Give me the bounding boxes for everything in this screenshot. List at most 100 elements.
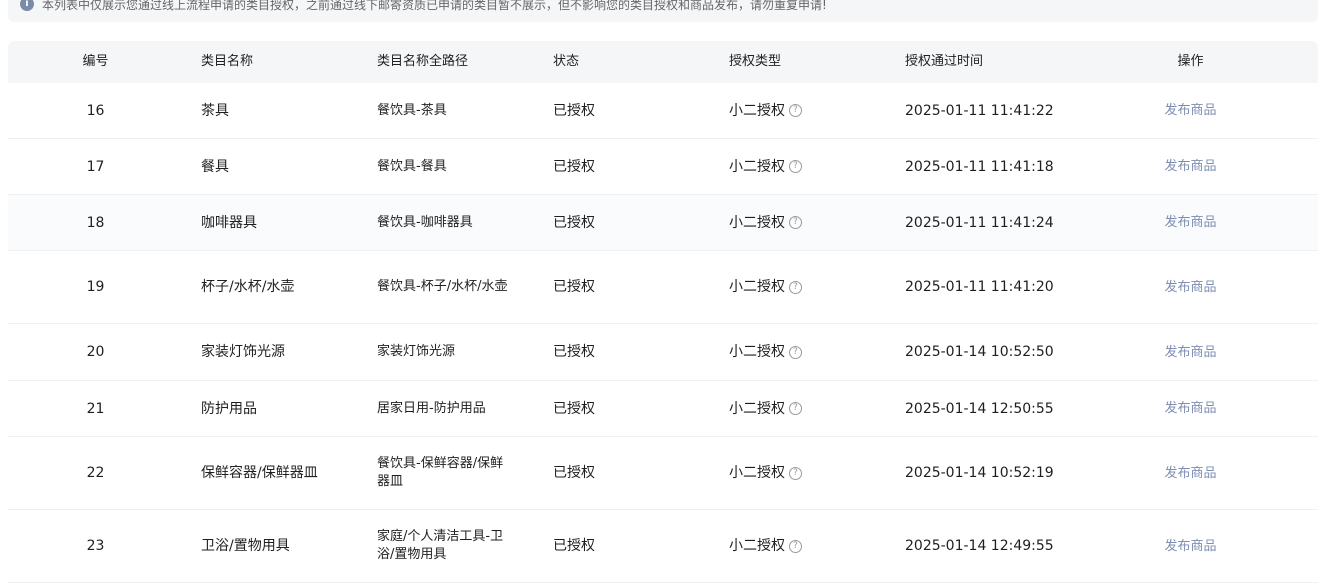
row-status: 已授权: [553, 214, 595, 231]
row-status: 已授权: [553, 158, 595, 175]
row-category-path: 居家日用-防护用品: [377, 400, 486, 416]
table-row: 19 杯子/水杯/水壶 餐饮具-杯子/水杯/水壶 已授权 小二授权 ? 2025…: [8, 251, 1318, 324]
row-category-name: 杯子/水杯/水壶: [201, 279, 295, 295]
row-status: 已授权: [553, 400, 595, 417]
row-category-name: 卫浴/置物用具: [201, 538, 290, 554]
header-actions: 操作: [1177, 54, 1204, 69]
auth-type-label: 小二授权: [729, 102, 785, 119]
row-auth-time: 2025-01-11 11:41:18: [905, 158, 1054, 175]
row-category-path: 餐饮具-保鲜容器/保鲜器皿: [377, 456, 504, 489]
row-category-path: 餐饮具-茶具: [377, 102, 447, 118]
header-category-name: 类目名称: [201, 54, 254, 69]
row-auth-time: 2025-01-11 11:41:20: [905, 279, 1054, 295]
question-circle-icon[interactable]: ?: [789, 539, 802, 553]
publish-product-link[interactable]: 发布商品: [1164, 159, 1216, 174]
row-auth-type: 小二授权 ?: [711, 102, 887, 120]
question-circle-icon[interactable]: ?: [789, 402, 802, 415]
row-id: 16: [86, 102, 105, 119]
table-row: 23 卫浴/置物用具 家庭/个人清洁工具-卫浴/置物用具 已授权 小二授权 ? …: [8, 510, 1318, 583]
row-id: 18: [86, 214, 105, 231]
row-status: 已授权: [553, 279, 595, 295]
publish-product-link[interactable]: 发布商品: [1164, 466, 1216, 481]
row-id: 17: [86, 158, 105, 175]
table-row: 20 家装灯饰光源 家装灯饰光源 已授权 小二授权 ? 2025-01-14 1…: [8, 324, 1318, 381]
row-auth-time: 2025-01-14 12:49:55: [905, 538, 1054, 554]
auth-type-label: 小二授权: [729, 344, 785, 360]
row-id: 23: [86, 538, 105, 554]
row-category-path: 餐饮具-餐具: [377, 158, 447, 174]
row-auth-time: 2025-01-14 10:52:19: [905, 465, 1054, 481]
question-circle-icon[interactable]: ?: [789, 216, 802, 229]
publish-product-link[interactable]: 发布商品: [1164, 401, 1216, 416]
auth-type-label: 小二授权: [729, 400, 785, 417]
row-actions: 发布商品: [1063, 343, 1318, 362]
row-category-path: 餐饮具-杯子/水杯/水壶: [377, 279, 508, 294]
table-row: 17 餐具 餐饮具-餐具 已授权 小二授权 ? 2025-01-11 11:41…: [8, 139, 1318, 195]
row-category-path: 家庭/个人清洁工具-卫浴/置物用具: [377, 529, 504, 562]
question-circle-icon[interactable]: ?: [789, 345, 802, 359]
row-auth-type: 小二授权 ?: [711, 278, 887, 296]
header-auth-time: 授权通过时间: [905, 54, 984, 69]
row-category-name: 茶具: [201, 102, 229, 119]
header-category-path: 类目名称全路径: [377, 54, 469, 69]
header-id: 编号: [82, 54, 109, 69]
header-auth-type: 授权类型: [729, 54, 782, 69]
row-status: 已授权: [553, 465, 595, 481]
table-header: 编号 类目名称 类目名称全路径 状态 授权类型 授权通过时间 操作: [8, 41, 1318, 83]
publish-product-link[interactable]: 发布商品: [1164, 215, 1216, 230]
row-actions: 发布商品: [1063, 157, 1318, 176]
question-circle-icon[interactable]: ?: [789, 280, 802, 294]
row-id: 20: [86, 344, 105, 360]
row-auth-type: 小二授权 ?: [711, 343, 887, 361]
row-category-name: 保鲜容器/保鲜器皿: [201, 465, 318, 481]
auth-type-label: 小二授权: [729, 465, 785, 481]
auth-type-label: 小二授权: [729, 538, 785, 554]
publish-product-link[interactable]: 发布商品: [1164, 539, 1216, 554]
auth-type-label: 小二授权: [729, 279, 785, 295]
row-auth-type: 小二授权 ?: [711, 464, 887, 482]
row-category-name: 家装灯饰光源: [201, 344, 285, 360]
publish-product-link[interactable]: 发布商品: [1164, 345, 1216, 360]
notice-text: 本列表中仅展示您通过线上流程申请的类目授权，之前通过线下邮寄资质已申请的类目暂不…: [42, 0, 827, 12]
row-category-name: 咖啡器具: [201, 214, 257, 231]
row-id: 19: [86, 279, 105, 295]
row-auth-type: 小二授权 ?: [711, 214, 887, 232]
row-auth-time: 2025-01-11 11:41:24: [905, 214, 1054, 231]
table-row: 16 茶具 餐饮具-茶具 已授权 小二授权 ? 2025-01-11 11:41…: [8, 83, 1318, 139]
question-circle-icon[interactable]: ?: [789, 466, 802, 480]
table-row: 18 咖啡器具 餐饮具-咖啡器具 已授权 小二授权 ? 2025-01-11 1…: [8, 195, 1318, 251]
row-actions: 发布商品: [1063, 213, 1318, 232]
row-actions: 发布商品: [1063, 101, 1318, 120]
row-actions: 发布商品: [1063, 399, 1318, 418]
row-id: 22: [86, 465, 105, 481]
row-auth-time: 2025-01-11 11:41:22: [905, 102, 1054, 119]
row-auth-type: 小二授权 ?: [711, 158, 887, 176]
row-status: 已授权: [553, 344, 595, 360]
table-row: 21 防护用品 居家日用-防护用品 已授权 小二授权 ? 2025-01-14 …: [8, 381, 1318, 437]
row-category-name: 防护用品: [201, 400, 257, 417]
row-actions: 发布商品: [1063, 537, 1318, 556]
row-auth-time: 2025-01-14 10:52:50: [905, 344, 1054, 360]
row-auth-time: 2025-01-14 12:50:55: [905, 400, 1054, 417]
row-actions: 发布商品: [1063, 278, 1318, 297]
row-category-path: 餐饮具-咖啡器具: [377, 214, 473, 230]
publish-product-link[interactable]: 发布商品: [1164, 103, 1216, 118]
row-auth-type: 小二授权 ?: [711, 537, 887, 555]
notice-banner: i 本列表中仅展示您通过线上流程申请的类目授权，之前通过线下邮寄资质已申请的类目…: [8, 0, 1318, 22]
row-status: 已授权: [553, 538, 595, 554]
question-circle-icon[interactable]: ?: [789, 104, 802, 117]
category-auth-table: 编号 类目名称 类目名称全路径 状态 授权类型 授权通过时间 操作 16 茶具 …: [8, 41, 1318, 583]
row-auth-type: 小二授权 ?: [711, 400, 887, 418]
row-id: 21: [86, 400, 105, 417]
table-row: 22 保鲜容器/保鲜器皿 餐饮具-保鲜容器/保鲜器皿 已授权 小二授权 ? 20…: [8, 437, 1318, 510]
auth-type-label: 小二授权: [729, 214, 785, 231]
row-actions: 发布商品: [1063, 464, 1318, 483]
info-icon: i: [20, 0, 34, 11]
header-status: 状态: [553, 54, 580, 69]
row-category-path: 家装灯饰光源: [377, 344, 456, 359]
row-category-name: 餐具: [201, 158, 229, 175]
question-circle-icon[interactable]: ?: [789, 160, 802, 173]
auth-type-label: 小二授权: [729, 158, 785, 175]
row-status: 已授权: [553, 102, 595, 119]
publish-product-link[interactable]: 发布商品: [1164, 280, 1216, 295]
